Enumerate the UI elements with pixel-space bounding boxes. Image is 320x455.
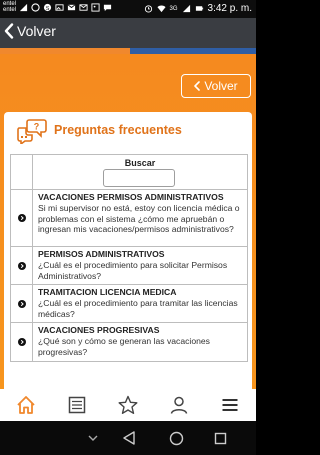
carrier-labels: entel entel <box>3 1 16 13</box>
faq-row[interactable]: PERMISOS ADMINISTRATIVOS ¿Cuál es el pro… <box>11 247 247 285</box>
messenger-icon <box>103 4 112 11</box>
user-icon <box>170 396 188 414</box>
faq-title: PERMISOS ADMINISTRATIVOS <box>38 249 165 259</box>
faq-chat-icon: ? <box>17 119 47 144</box>
nav-menu[interactable] <box>210 389 250 421</box>
system-nav-bar <box>0 421 256 455</box>
faq-bullet-cell <box>11 190 33 246</box>
search-input[interactable] <box>103 169 175 187</box>
page-title: Preguntas frecuentes <box>54 123 182 137</box>
chevron-left-icon <box>194 81 201 91</box>
nav-profile[interactable] <box>159 389 199 421</box>
status-right: 3G 3:42 p. m. <box>144 3 252 14</box>
search-label: Buscar <box>124 158 156 168</box>
app-bar: Volver <box>0 18 256 48</box>
faq-content: VACACIONES PERMISOS ADMINISTRATIVOS Si m… <box>33 190 247 246</box>
svg-text:?: ? <box>34 122 40 132</box>
alarm-icon <box>144 5 152 13</box>
faq-text: ¿Qué son y cómo se generan las vacacione… <box>38 336 210 357</box>
faq-text: ¿Cuál es el procedimiento para solicitar… <box>38 260 228 281</box>
faq-bullet-cell <box>11 247 33 284</box>
status-bar: entel entel S 3G 3:42 p. m. <box>0 0 256 18</box>
menu-icon <box>222 399 238 411</box>
chevron-down-icon[interactable] <box>88 434 98 442</box>
main-content: Volver ? Preguntas frecuentes Buscar VAC… <box>0 54 256 389</box>
cell-signal-icon <box>182 4 190 13</box>
nav-home[interactable] <box>6 389 46 421</box>
volver-button[interactable]: Volver <box>181 74 251 98</box>
chevron-left-icon <box>4 23 14 39</box>
faq-content: VACACIONES PROGRESIVAS ¿Qué son y cómo s… <box>33 323 247 361</box>
status-left: entel entel S <box>3 1 112 13</box>
faq-table: Buscar VACACIONES PERMISOS ADMINISTRATIV… <box>10 154 248 362</box>
chevron-right-circle-icon <box>17 338 26 346</box>
volver-button-label: Volver <box>204 79 238 93</box>
search-row-spacer <box>11 155 33 189</box>
skype-icon: S <box>43 3 52 11</box>
chevron-right-circle-icon <box>17 261 26 270</box>
gallery-icon <box>91 2 100 12</box>
battery-icon <box>195 6 203 11</box>
chevron-right-circle-icon <box>17 214 26 222</box>
recent-apps-icon[interactable] <box>214 432 227 445</box>
wifi-icon <box>156 5 166 13</box>
bottom-nav <box>0 389 256 421</box>
faq-row[interactable]: VACACIONES PROGRESIVAS ¿Qué son y cómo s… <box>11 323 247 361</box>
svg-text:S: S <box>46 5 50 11</box>
faq-content: PERMISOS ADMINISTRATIVOS ¿Cuál es el pro… <box>33 247 247 284</box>
search-cell: Buscar <box>33 155 247 189</box>
home-icon <box>16 396 35 414</box>
faq-text: Si mi supervisor no está, estoy con lice… <box>38 203 240 234</box>
faq-title: VACACIONES PROGRESIVAS <box>38 325 160 335</box>
faq-title: VACACIONES PERMISOS ADMINISTRATIVOS <box>38 192 224 202</box>
faq-row[interactable]: VACACIONES PERMISOS ADMINISTRATIVOS Si m… <box>11 190 247 247</box>
nav-list[interactable] <box>57 389 97 421</box>
nav-favorites[interactable] <box>108 389 148 421</box>
list-icon <box>68 396 86 414</box>
mail-icon <box>67 3 76 10</box>
mail-icon-2 <box>79 3 88 11</box>
faq-content: TRAMITACION LICENCIA MEDICA ¿Cuál es el … <box>33 285 247 322</box>
faq-text: ¿Cuál es el procedimiento para tramitar … <box>38 298 238 319</box>
carrier-bottom: entel <box>3 7 17 13</box>
star-icon <box>118 395 138 414</box>
search-row: Buscar <box>11 155 247 190</box>
clock: 3:42 p. m. <box>207 3 252 14</box>
network-type: 3G <box>169 5 178 12</box>
faq-row[interactable]: TRAMITACION LICENCIA MEDICA ¿Cuál es el … <box>11 285 247 323</box>
home-circle-icon[interactable] <box>169 431 184 446</box>
faq-bullet-cell <box>11 323 33 361</box>
signal-icon <box>19 3 28 11</box>
whatsapp-icon <box>31 2 40 12</box>
faq-card: ? Preguntas frecuentes Buscar VACACIONES… <box>4 112 252 389</box>
back-triangle-icon[interactable] <box>122 430 136 446</box>
appbar-back-label: Volver <box>17 23 56 39</box>
appbar-back-button[interactable]: Volver <box>4 23 56 39</box>
card-header: ? Preguntas frecuentes <box>4 112 252 150</box>
image-icon <box>55 3 64 11</box>
faq-bullet-cell <box>11 285 33 322</box>
faq-title: TRAMITACION LICENCIA MEDICA <box>38 287 177 297</box>
chevron-right-circle-icon <box>17 299 26 308</box>
